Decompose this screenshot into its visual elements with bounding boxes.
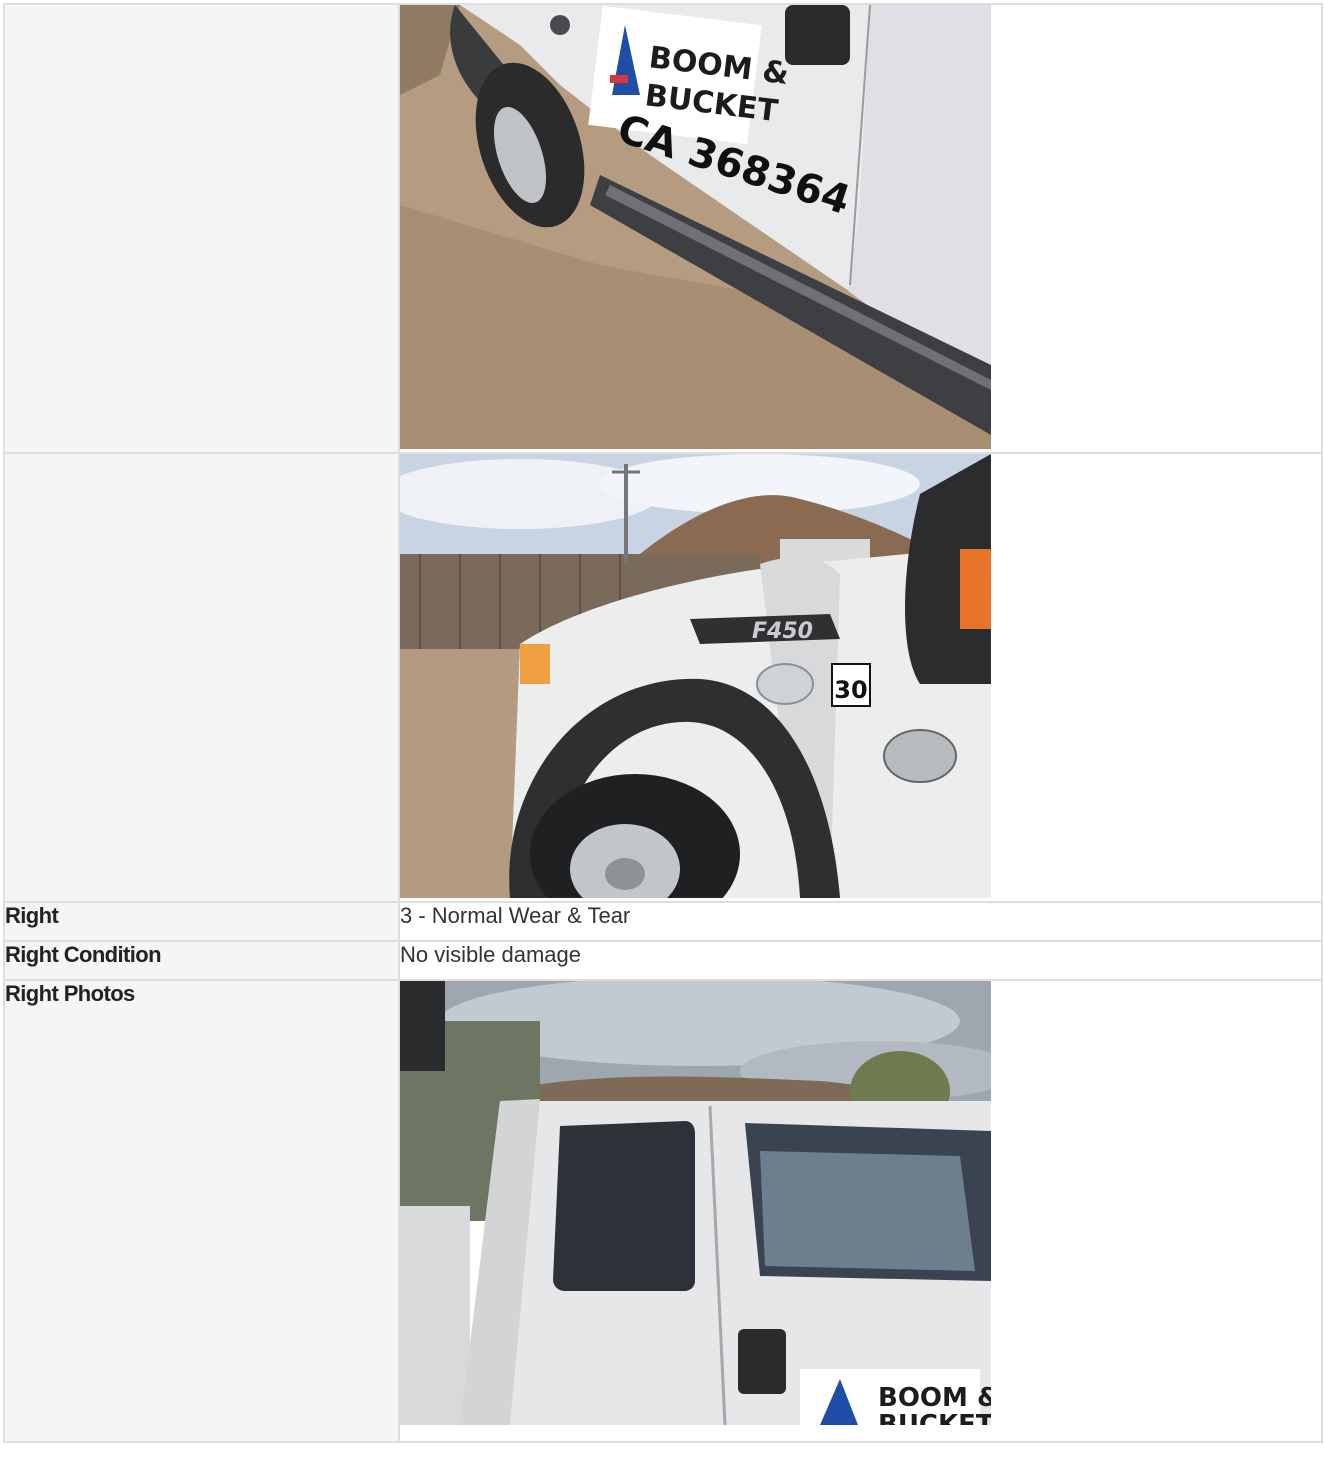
row-value-right-condition: No visible damage bbox=[398, 940, 1323, 981]
truck-fender-photo[interactable]: F450 30 bbox=[400, 454, 991, 898]
row-label bbox=[3, 3, 400, 454]
photo-cell: BOOM & BUCKET bbox=[398, 979, 1323, 1443]
row-label-right-photos: Right Photos bbox=[3, 979, 400, 1443]
table-row: Right Condition No visible damage bbox=[3, 940, 1323, 981]
table-row: Right 3 - Normal Wear & Tear bbox=[3, 901, 1323, 942]
truck-door-photo[interactable]: BOOM & BUCKET CA 368364 bbox=[400, 5, 991, 449]
row-label-right-condition: Right Condition bbox=[3, 940, 400, 981]
row-value-right: 3 - Normal Wear & Tear bbox=[398, 901, 1323, 942]
decal-text-line1: BOOM & bbox=[878, 1383, 991, 1413]
row-label bbox=[3, 452, 400, 903]
truck-right-side-photo[interactable]: BOOM & BUCKET bbox=[400, 981, 991, 1425]
row-label-right: Right bbox=[3, 901, 400, 942]
vehicle-inspection-table: BOOM & BUCKET CA 368364 F450 30 Right 3 … bbox=[3, 3, 1323, 1443]
table-row: Right Photos BOOM & BUCKET bbox=[3, 979, 1323, 1443]
model-badge: F450 bbox=[752, 619, 813, 644]
decal-text-line2: BUCKET bbox=[878, 1410, 991, 1425]
photo-cell: F450 30 bbox=[398, 452, 1323, 903]
photo-cell: BOOM & BUCKET CA 368364 bbox=[398, 3, 1323, 454]
table-row: BOOM & BUCKET CA 368364 bbox=[3, 3, 1323, 454]
table-row: F450 30 bbox=[3, 452, 1323, 903]
plate-badge: 30 bbox=[834, 676, 867, 704]
